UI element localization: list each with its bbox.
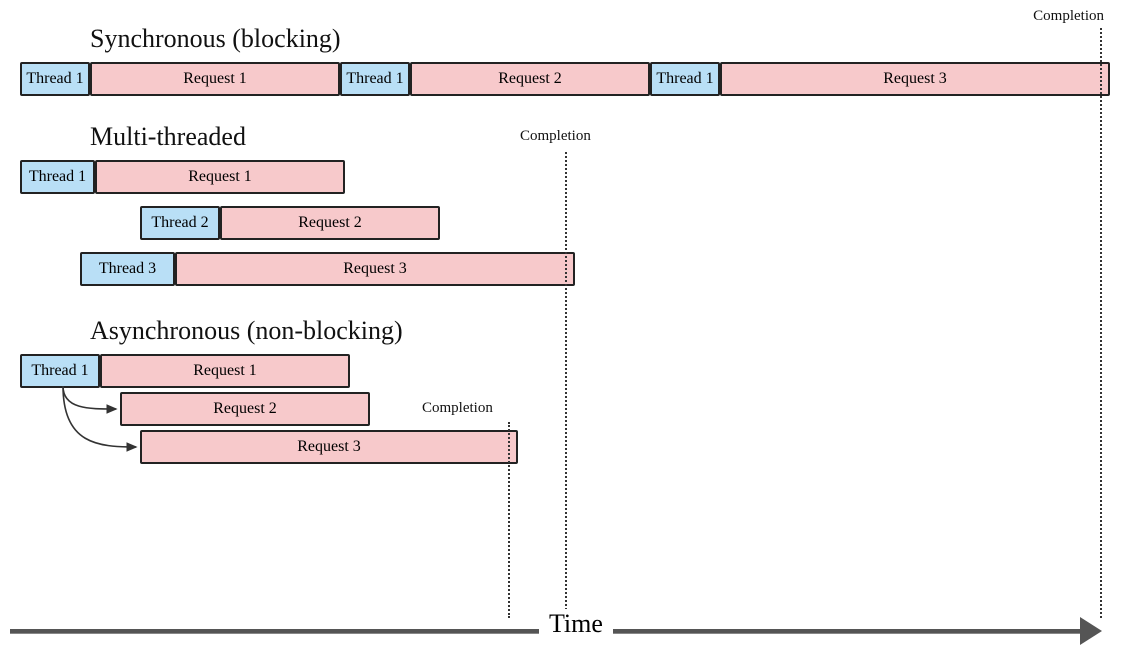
multi-title: Multi-threaded <box>90 122 1112 152</box>
thread-block: Thread 1 <box>340 62 410 96</box>
multi-row-2: Thread 2 Request 2 <box>10 206 1112 244</box>
request-block: Request 1 <box>90 62 340 96</box>
thread-block: Thread 1 <box>20 354 100 388</box>
multi-row-1: Thread 1 Request 1 <box>10 160 1112 198</box>
request-block: Request 2 <box>410 62 650 96</box>
arrow-icon <box>58 384 148 462</box>
async-container: Thread 1 Request 1 Request 2 Request 3 <box>10 354 1112 474</box>
arrow-right-icon <box>1080 617 1102 645</box>
async-title: Asynchronous (non-blocking) <box>90 316 1112 346</box>
request-block: Request 3 <box>720 62 1110 96</box>
request-block: Request 3 <box>175 252 575 286</box>
sync-completion-label: Completion <box>1033 8 1104 25</box>
request-block: Request 1 <box>100 354 350 388</box>
thread-block: Thread 2 <box>140 206 220 240</box>
thread-block: Thread 1 <box>20 62 90 96</box>
request-block: Request 2 <box>220 206 440 240</box>
time-axis: Time <box>10 609 1112 649</box>
thread-block: Thread 1 <box>20 160 95 194</box>
multi-completion-label: Completion <box>520 128 591 145</box>
time-axis-label: Time <box>539 609 613 639</box>
async-completion-line <box>508 422 510 618</box>
multi-row-3: Thread 3 Request 3 <box>10 252 1112 290</box>
request-block: Request 3 <box>140 430 518 464</box>
thread-block: Thread 1 <box>650 62 720 96</box>
sync-row: Thread 1 Request 1 Thread 1 Request 2 Th… <box>10 62 1112 100</box>
thread-block: Thread 3 <box>80 252 175 286</box>
sync-title: Synchronous (blocking) <box>90 24 1112 54</box>
request-block: Request 1 <box>95 160 345 194</box>
sync-completion-line <box>1100 28 1102 618</box>
request-block: Request 2 <box>120 392 370 426</box>
